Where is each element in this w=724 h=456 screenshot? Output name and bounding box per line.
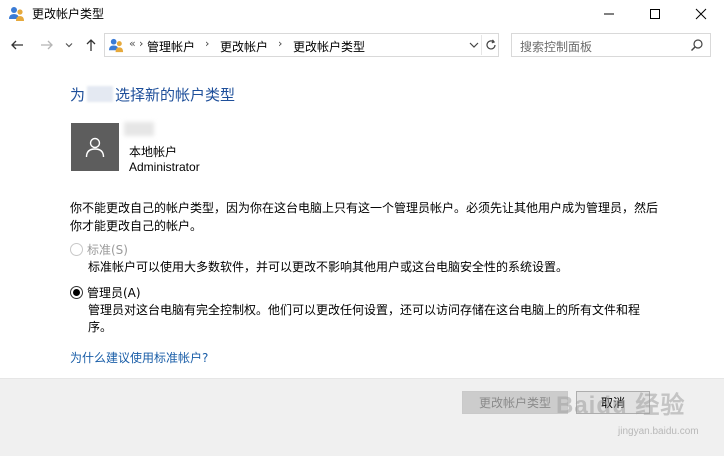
standard-radio-label: 标准(S) [87, 243, 128, 257]
administrator-radio-option[interactable]: 管理员(A) [70, 284, 141, 301]
window-title: 更改帐户类型 [32, 7, 105, 21]
title-bar: 更改帐户类型 [0, 0, 724, 28]
chevron-right-icon[interactable]: › [278, 37, 282, 50]
control-panel-users-icon [108, 37, 125, 54]
chevron-right-icon[interactable]: › [205, 37, 209, 50]
back-button[interactable] [6, 34, 28, 56]
footer: 更改帐户类型 取消 [0, 379, 724, 456]
avatar [71, 123, 119, 171]
redacted-username [87, 86, 114, 102]
search-placeholder: 搜索控制面板 [520, 40, 593, 54]
users-icon [8, 5, 26, 23]
close-button[interactable] [678, 0, 724, 28]
address-bar[interactable]: « › 管理帐户 › 更改帐户 › 更改帐户类型 [104, 33, 499, 57]
recent-locations-chevron-icon[interactable] [62, 34, 76, 56]
account-type-label: 本地帐户 [129, 145, 178, 159]
search-input[interactable]: 搜索控制面板 [511, 33, 711, 57]
administrator-radio[interactable] [70, 286, 83, 299]
administrator-description: 管理员对这台电脑有完全控制权。他们可以更改任何设置，还可以访问存储在这台电脑上的… [88, 303, 641, 334]
cancel-button[interactable]: 取消 [576, 391, 650, 414]
breadcrumb-change-account-type[interactable]: 更改帐户类型 [293, 38, 365, 55]
account-role-label: Administrator [129, 160, 200, 174]
refresh-icon[interactable] [481, 35, 499, 55]
breadcrumb-manage-accounts[interactable]: 管理帐户 [147, 38, 195, 55]
maximize-button[interactable] [632, 0, 678, 28]
up-button[interactable] [80, 34, 102, 56]
change-account-type-button[interactable]: 更改帐户类型 [462, 391, 568, 414]
minimize-button[interactable] [586, 0, 632, 28]
notice-text: 你不能更改自己的帐户类型，因为你在这台电脑上只有这一个管理员帐户。必须先让其他用… [70, 201, 659, 233]
breadcrumb-overflow-icon[interactable]: « [129, 37, 136, 50]
breadcrumb-change-account[interactable]: 更改帐户 [220, 38, 268, 55]
standard-description: 标准帐户可以使用大多数软件，并可以更改不影响其他用户或这台电脑安全性的系统设置。 [88, 260, 569, 274]
administrator-radio-label: 管理员(A) [87, 286, 141, 300]
chevron-down-icon[interactable] [467, 38, 481, 52]
user-icon [85, 137, 105, 158]
standard-radio[interactable] [70, 243, 83, 256]
navigation-bar: « › 管理帐户 › 更改帐户 › 更改帐户类型 搜索控制面板 [0, 28, 724, 62]
search-icon[interactable] [690, 38, 704, 52]
standard-radio-option[interactable]: 标准(S) [70, 241, 128, 258]
chevron-right-icon[interactable]: › [139, 37, 143, 50]
why-standard-account-link[interactable]: 为什么建议使用标准帐户? [70, 349, 208, 366]
page-title: 为选择新的帐户类型 [70, 86, 236, 104]
forward-button[interactable] [36, 34, 58, 56]
redacted-account-name [124, 122, 154, 136]
